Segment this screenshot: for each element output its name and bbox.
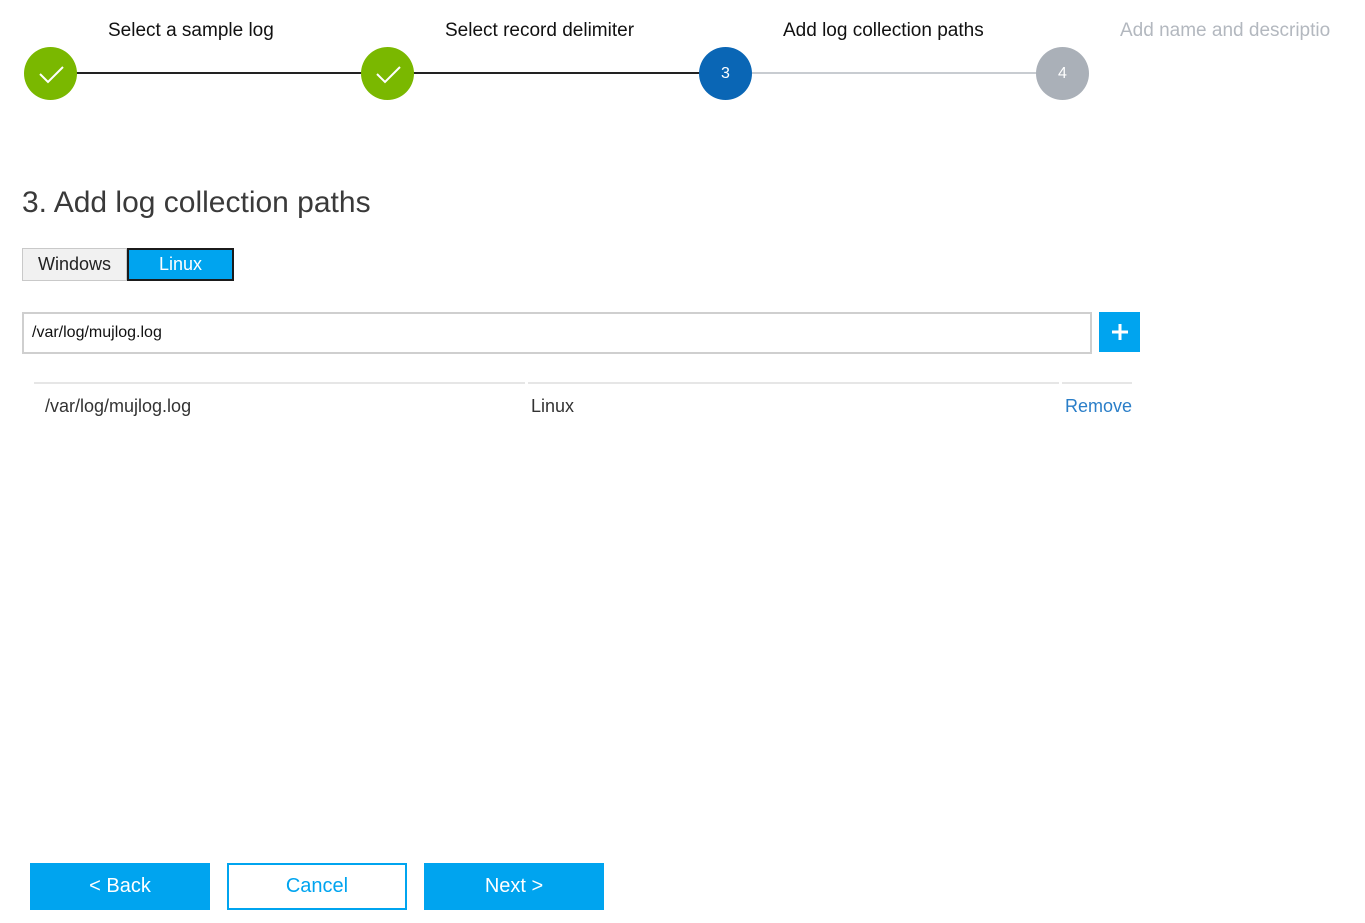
wizard-page: Select a sample log Select record delimi…: [0, 0, 1365, 923]
header-divider: [34, 382, 525, 384]
step-2-indicator: [361, 47, 414, 100]
back-button[interactable]: < Back: [30, 863, 210, 910]
step-3-indicator: 3: [699, 47, 752, 100]
step-2-label: Select record delimiter: [445, 20, 635, 41]
step-3-label: Add log collection paths: [783, 20, 984, 41]
wizard-stepper: Select a sample log Select record delimi…: [0, 0, 1365, 120]
step-4-number: 4: [1058, 64, 1067, 82]
os-toggle: Windows Linux: [22, 248, 234, 281]
checkmark-icon: [38, 65, 64, 83]
os-cell: Linux: [531, 396, 575, 416]
add-path-button[interactable]: [1099, 312, 1140, 352]
step-connector-3: [751, 72, 1038, 74]
step-1-indicator: [24, 47, 77, 100]
plus-icon: [1111, 324, 1128, 340]
step-connector-1: [76, 72, 363, 74]
paths-table: /var/log/mujlog.log Linux Remove: [34, 382, 1134, 429]
log-path-input[interactable]: [22, 312, 1092, 354]
header-divider: [528, 382, 1059, 384]
step-3-number: 3: [721, 64, 730, 82]
tab-linux[interactable]: Linux: [127, 248, 234, 281]
step-4-indicator: 4: [1036, 47, 1089, 100]
remove-link[interactable]: Remove: [1065, 396, 1132, 417]
step-4-label: Add name and descriptio: [1120, 20, 1331, 41]
table-row: /var/log/mujlog.log Linux Remove: [34, 385, 1134, 429]
header-divider: [1062, 382, 1132, 384]
page-title: 3. Add log collection paths: [22, 186, 371, 219]
cancel-button[interactable]: Cancel: [227, 863, 407, 910]
path-cell: /var/log/mujlog.log: [45, 396, 192, 416]
step-1-label: Select a sample log: [108, 20, 274, 41]
step-connector-2: [413, 72, 701, 74]
next-button[interactable]: Next >: [424, 863, 604, 910]
tab-windows[interactable]: Windows: [22, 248, 127, 281]
checkmark-icon: [375, 65, 401, 83]
